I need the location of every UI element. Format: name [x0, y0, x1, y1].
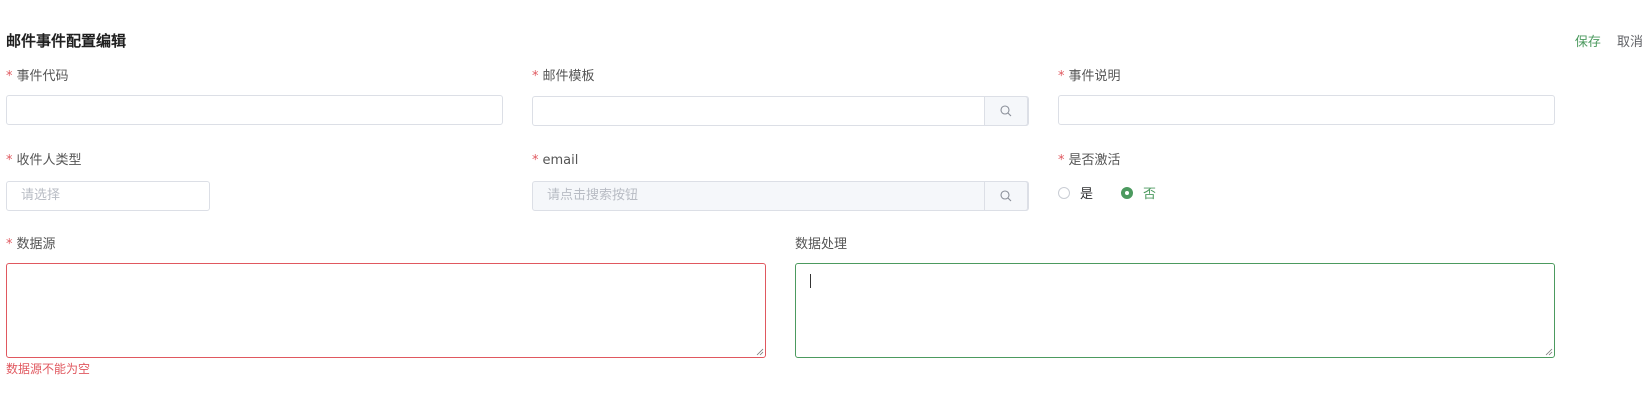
cancel-button[interactable]: 取消 — [1617, 35, 1643, 50]
field-event-desc: * 事件说明 — [1058, 67, 1555, 125]
field-data-source: * 数据源 数据源不能为空 — [6, 235, 766, 376]
email-input[interactable]: 请点击搜索按钮 — [532, 181, 1029, 211]
field-mail-template: * 邮件模板 — [532, 67, 1029, 126]
mail-template-search-button[interactable] — [984, 96, 1028, 126]
event-desc-input[interactable] — [1058, 95, 1555, 125]
resize-handle-icon[interactable] — [756, 348, 764, 356]
event-code-label: * 事件代码 — [6, 69, 69, 84]
event-desc-label: * 事件说明 — [1058, 69, 1121, 84]
radio-yes[interactable]: 是 — [1058, 183, 1093, 202]
radio-unchecked-icon — [1058, 186, 1070, 199]
search-icon — [1000, 105, 1012, 117]
mail-template-label: * 邮件模板 — [532, 69, 595, 84]
email-search-button[interactable] — [984, 181, 1028, 211]
data-source-error: 数据源不能为空 — [6, 362, 91, 376]
header-actions: 保存 取消 — [1563, 31, 1643, 50]
radio-checked-icon — [1121, 186, 1134, 199]
event-code-input[interactable] — [6, 95, 503, 125]
field-is-active: * 是否激活 是 否 — [1058, 151, 1358, 202]
field-email: * email 请点击搜索按钮 — [532, 151, 1029, 211]
mail-template-input[interactable] — [532, 96, 1029, 126]
email-label: * email — [532, 153, 579, 168]
resize-handle-icon[interactable] — [1545, 348, 1553, 356]
data-processing-textarea[interactable] — [795, 263, 1555, 358]
data-source-textarea[interactable] — [6, 263, 766, 358]
radio-no[interactable]: 否 — [1121, 183, 1156, 202]
is-active-label: * 是否激活 — [1058, 153, 1121, 168]
field-data-processing: 数据处理 — [795, 235, 1555, 358]
recipient-type-label: * 收件人类型 — [6, 153, 82, 168]
data-source-label: * 数据源 — [6, 237, 56, 252]
search-icon — [1000, 190, 1012, 202]
field-recipient-type: * 收件人类型 请选择 — [6, 151, 210, 211]
data-processing-label: 数据处理 — [795, 237, 848, 252]
text-cursor — [810, 274, 811, 288]
save-button[interactable]: 保存 — [1575, 35, 1601, 50]
page-title: 邮件事件配置编辑 — [6, 32, 127, 50]
recipient-type-select[interactable]: 请选择 — [6, 181, 210, 211]
field-event-code: * 事件代码 — [6, 67, 503, 125]
is-active-radio-group: 是 否 — [1058, 183, 1184, 202]
